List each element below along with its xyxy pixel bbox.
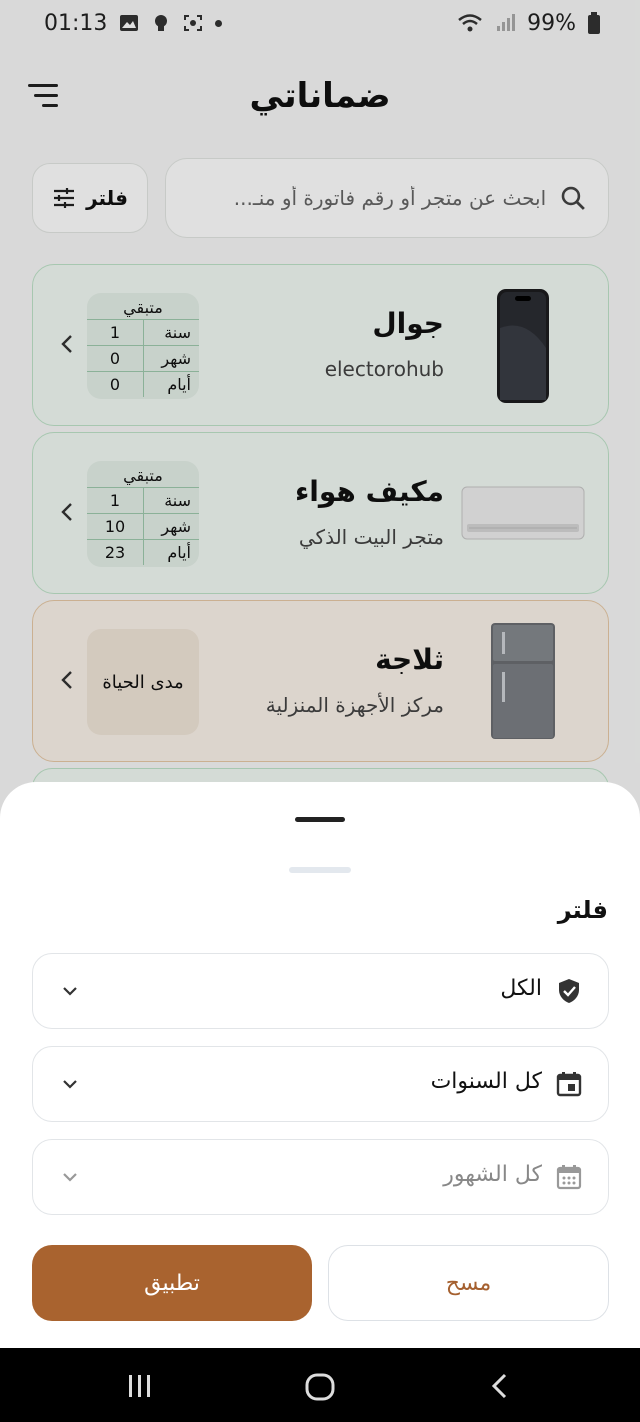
- apply-button[interactable]: تطبيق: [32, 1245, 312, 1321]
- home-icon[interactable]: [304, 1372, 336, 1402]
- calendar-month-icon: [556, 1165, 582, 1190]
- month-select-value: كل الشهور: [443, 1162, 542, 1187]
- month-select[interactable]: كل الشهور: [32, 1139, 609, 1215]
- status-select[interactable]: الكل: [32, 953, 609, 1029]
- chevron-down-icon: [63, 987, 77, 996]
- chevron-down-icon: [63, 1080, 77, 1089]
- chevron-down-icon: [63, 1173, 77, 1182]
- system-nav-bar: [0, 1348, 640, 1422]
- status-select-value: الكل: [500, 976, 542, 1001]
- clear-button[interactable]: مسح: [328, 1245, 609, 1321]
- recent-apps-icon[interactable]: [126, 1372, 154, 1400]
- filter-bottom-sheet: فلتر الكل كل السنوات كل الشهور مسح تطبيق: [0, 782, 640, 1348]
- calendar-icon: [556, 1072, 582, 1097]
- year-select-value: كل السنوات: [430, 1069, 542, 1094]
- verified-shield-icon: [559, 979, 579, 1003]
- year-select[interactable]: كل السنوات: [32, 1046, 609, 1122]
- sheet-title: فلتر: [557, 896, 608, 924]
- sheet-drag-handle[interactable]: [295, 817, 345, 822]
- sheet-secondary-handle: [289, 867, 351, 873]
- back-icon[interactable]: [488, 1372, 512, 1400]
